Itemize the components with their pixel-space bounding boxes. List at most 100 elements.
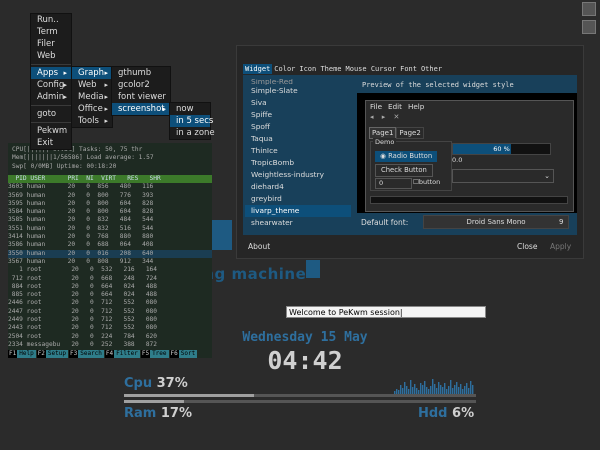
default-font-size: 9 [559,218,564,226]
process-row[interactable]: 2447 root 20 0 712 552 080 [8,308,212,316]
theme-list-item[interactable]: Spiffe [245,109,351,121]
menu-item-goto[interactable]: goto [31,108,71,120]
menu-item-exit[interactable]: Exit [31,137,71,149]
theme-list-item[interactable]: Spoff [245,121,351,133]
menu-item-web[interactable]: Web [31,50,71,62]
cpu-graph-bar [434,384,436,394]
apps-submenu[interactable]: Graph ▸ Web ▸ Media ▸ Office ▸ Tools ▸ [71,66,113,128]
window-icon[interactable] [582,20,596,34]
menu-item-term[interactable]: Term [31,26,71,38]
menu-item-label: Web [37,51,56,61]
cpu-graph-bar [424,381,426,394]
process-row[interactable]: 3603 human 20 0 856 480 116 [8,183,212,191]
menu-item-graph[interactable]: Graph ▸ [72,67,112,79]
apply-button[interactable]: Apply [550,242,571,251]
process-row[interactable]: 2443 root 20 0 712 552 080 [8,324,212,332]
process-row[interactable]: 2449 root 20 0 712 552 080 [8,316,212,324]
menu-item-filer[interactable]: Filer [31,38,71,50]
process-row[interactable]: 3585 human 20 0 832 484 544 [8,216,212,224]
root-menu[interactable]: Run.. Term Filer Web Apps ▸ Config ▸ Admin ▸ goto P… [30,13,72,150]
process-table-header[interactable]: PID USER PRI NI VIRT RES SHR [8,175,212,184]
fkey-action[interactable]: Search [78,350,104,358]
fkey-number: F3 [68,350,79,358]
theme-list-item[interactable]: Weightless-industry [245,169,351,181]
process-row[interactable]: 3595 human 20 0 800 604 828 [8,200,212,208]
disk-icon[interactable] [582,2,596,16]
menu-item-pekwm[interactable]: Pekwm [31,125,71,137]
menu-item-config[interactable]: Config ▸ [31,79,71,91]
theme-list-item[interactable]: ThinIce [245,145,351,157]
process-row[interactable]: 884 root 20 0 664 024 488 [8,283,212,291]
menu-item-tools[interactable]: Tools ▸ [72,115,112,127]
fkey-action[interactable]: Sort [178,350,198,358]
theme-list-item[interactable]: livarp_theme [245,205,351,217]
process-row[interactable]: 3569 human 20 0 800 776 393 [8,192,212,200]
cpu-graph-bar [466,383,468,394]
process-row[interactable]: 3551 human 20 0 832 516 544 [8,225,212,233]
theme-list-item[interactable]: diehard4 [245,181,351,193]
fkey-action[interactable]: Tree [150,350,169,358]
process-table[interactable]: 3603 human 20 0 856 480 116 3569 human 20… [8,183,212,349]
process-row[interactable]: 885 root 20 0 664 024 488 [8,291,212,299]
welcome-bar[interactable]: Welcome to PeKwm session| [286,306,486,318]
menu-item-web[interactable]: Web ▸ [72,79,112,91]
menu-item-label: Term [37,27,58,37]
process-row[interactable]: 3550 human 20 0 016 208 640 [8,249,212,258]
process-row[interactable]: 2504 root 20 0 224 784 620 [8,333,212,341]
menu-item-in-a-zone[interactable]: in a zone [170,127,215,139]
process-row[interactable]: 3414 human 20 0 768 880 880 [8,233,212,241]
menu-item-office[interactable]: Office ▸ [72,103,112,115]
cpu-graph-bar [440,385,442,394]
process-row[interactable]: 3567 human 20 0 808 912 344 [8,258,212,266]
tab-color[interactable]: Color [272,64,297,74]
preview-progress-bar: 60 % [452,143,551,155]
menu-item-in-5-secs[interactable]: in 5 secs [170,115,213,127]
function-key-bar[interactable]: F1 Help F2 Setup F3 Search F4 Filter F5 Tree F6 Sor… [8,350,212,358]
menu-item-apps[interactable]: Apps ▸ [31,67,71,79]
fkey-action[interactable]: Help [17,350,36,358]
fkey-action[interactable]: Setup [45,350,68,358]
menu-item-gcolor2[interactable]: gcolor2 [112,79,170,91]
theme-list-item[interactable]: Taqua [245,133,351,145]
theme-list-item[interactable]: shearwater [245,217,351,229]
tab-widget[interactable]: Widget [243,64,273,74]
theme-list-item[interactable]: Simple-Slate [245,85,351,97]
menu-item-run-[interactable]: Run.. [31,14,71,26]
process-row[interactable]: 712 root 20 0 668 248 724 [8,275,212,283]
fkey-action[interactable]: Filter [114,350,140,358]
graph-submenu[interactable]: gthumb gcolor2 font viewer screenshot ▸ [111,66,171,116]
menu-item-screenshot[interactable]: screenshot ▸ [112,103,170,115]
menu-item-gthumb[interactable]: gthumb [112,67,170,79]
menu-item-font-viewer[interactable]: font viewer [112,91,170,103]
close-button[interactable]: Close [517,242,537,251]
menu-item-label: gcolor2 [118,80,150,90]
process-row[interactable]: 2334 messagebu 20 0 252 388 872 [8,341,212,349]
tab-other[interactable]: Other [419,64,444,74]
process-row[interactable]: 2446 root 20 0 712 552 080 [8,299,212,307]
dialog-tabs[interactable]: Widget Color Icon Theme Mouse Cursor Font Oth… [243,64,444,74]
menu-item-label: Config [37,80,65,90]
tab-font[interactable]: Font [398,64,419,74]
process-row[interactable]: 3584 human 20 0 800 604 828 [8,208,212,216]
htop-terminal[interactable]: CPU[|||||| 97.3%] Tasks: 50, 75 thr Mem[… [8,143,212,358]
tab-mouse-cursor[interactable]: Mouse Cursor [344,64,399,74]
menu-item-admin[interactable]: Admin ▸ [31,91,71,103]
theme-list-item[interactable]: TropicBomb [245,157,351,169]
screenshot-submenu[interactable]: now in 5 secs in a zone [169,102,215,140]
menu-item-media[interactable]: Media ▸ [72,91,112,103]
hdd-label: Hdd [418,406,448,421]
theme-list-item[interactable]: Siva [245,97,351,109]
tab-icon-theme[interactable]: Icon Theme [297,64,343,74]
menu-item-now[interactable]: now [170,103,210,115]
menu-item-label: Office [78,104,103,114]
process-row[interactable]: 3586 human 20 0 688 064 408 [8,241,212,249]
about-button[interactable]: About [248,242,270,251]
cpu-graph-bar [460,384,462,394]
cpu-graph-bar [438,382,440,394]
cpu-graph-bar [472,385,474,394]
menu-item-label: Apps [37,68,59,78]
process-row[interactable]: 1 root 20 0 532 216 164 [8,266,212,274]
preview-tab-page2: Page2 [396,127,424,139]
theme-list-item[interactable]: greybird [245,193,351,205]
default-font-button[interactable]: Droid Sans Mono [423,215,569,229]
